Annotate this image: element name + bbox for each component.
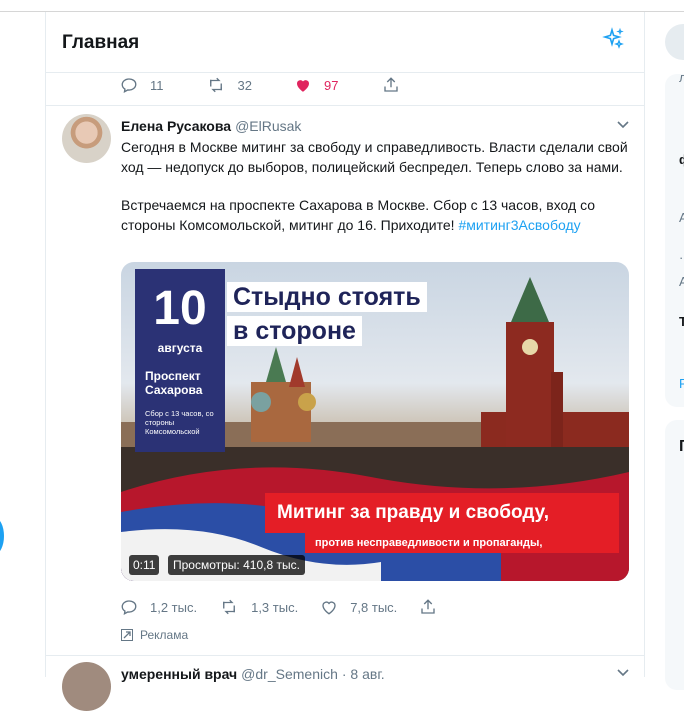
date-month: августа — [157, 341, 203, 355]
author-handle[interactable]: @ElRusak — [235, 118, 301, 134]
video-duration: 0:11 — [129, 555, 160, 575]
reply-icon — [121, 78, 137, 94]
retweet-icon — [209, 77, 222, 93]
share-icon — [421, 599, 435, 614]
place-label: Проспект Сахарова — [145, 369, 203, 397]
date-panel: 10 августа Проспект Сахарова Сбор с 13 ч… — [135, 269, 225, 452]
tweet-author[interactable]: Елена Русакова @ElRusak — [121, 118, 301, 134]
promoted-text: Реклама — [140, 628, 189, 642]
tweet-text: Сегодня в Москве митинг за свободу и спр… — [121, 138, 631, 235]
date-number: 10 — [153, 282, 207, 335]
trend-fragment[interactable]: А — [679, 210, 684, 225]
trends-panel — [665, 74, 684, 407]
author-name[interactable]: умеренный врач — [121, 666, 237, 682]
retweet-icon — [223, 599, 236, 615]
chevron-down-icon[interactable] — [616, 120, 630, 130]
promoted-label[interactable]: Реклама — [121, 628, 188, 642]
tweet-date[interactable]: · 8 авг. — [342, 666, 385, 682]
reply-count: 11 — [150, 77, 164, 93]
reply-button[interactable]: 11 — [120, 76, 164, 94]
timeline-header: Главная — [46, 12, 644, 73]
tweet-divider — [46, 655, 644, 656]
rally-banner-subline: против несправедливости и пропаганды, — [305, 533, 619, 553]
retweet-count: 32 — [237, 77, 252, 93]
tweet-actions: 1,2 тыс. 1,3 тыс. 7,8 тыс. — [120, 598, 481, 616]
who-to-follow-panel — [665, 420, 684, 690]
rally-banner: Митинг за правду и свободу, — [265, 493, 619, 533]
video-views: Просмотры: 410,8 тыс. — [168, 555, 305, 575]
tweet-paragraph: Встречаемся на проспекте Сахарова в Моск… — [121, 196, 631, 235]
prev-tweet-actions: 11 32 97 — [120, 76, 444, 94]
trend-fragment[interactable]: · — [679, 250, 683, 265]
share-button[interactable] — [419, 598, 449, 616]
avatar[interactable] — [62, 662, 111, 711]
like-count: 7,8 тыс. — [350, 599, 398, 615]
right-sidebar: л ф А · А Т F Г — [655, 12, 684, 690]
like-count: 97 — [323, 77, 339, 93]
gathering-note: Сбор с 13 часов, со стороны Комсомольско… — [145, 409, 214, 436]
heart-icon — [322, 601, 336, 615]
share-button[interactable] — [382, 76, 412, 94]
page-title: Главная — [62, 32, 140, 53]
promoted-arrow-icon — [121, 629, 133, 641]
share-icon — [384, 77, 399, 92]
reply-count: 1,2 тыс. — [150, 599, 198, 615]
trend-fragment[interactable]: л — [679, 70, 684, 85]
timeline-column: Главная 11 32 97 Елена Русакова @ElRusak … — [45, 12, 645, 711]
retweet-button[interactable]: 1,3 тыс. — [219, 598, 298, 616]
tweet-author[interactable]: умеренный врач @dr_Semenich · 8 авг. — [121, 666, 385, 682]
avatar[interactable] — [62, 114, 111, 163]
tweet-divider — [46, 105, 644, 106]
retweet-button[interactable]: 32 — [206, 76, 252, 94]
panel-title-fragment: Г — [679, 438, 684, 455]
reply-icon — [121, 600, 137, 616]
search-input[interactable] — [665, 24, 684, 60]
tweet-paragraph: Сегодня в Москве митинг за свободу и спр… — [121, 139, 628, 175]
hashtag-link[interactable]: #митинг3Асвободу — [458, 217, 580, 233]
top-tweets-sparkle-icon[interactable] — [601, 27, 625, 51]
retweet-count: 1,3 тыс. — [251, 599, 299, 615]
like-button[interactable]: 97 — [294, 76, 338, 94]
author-handle[interactable]: @dr_Semenich — [241, 666, 338, 682]
author-name[interactable]: Елена Русакова — [121, 118, 231, 134]
poster-headline: Стыдно стоять — [227, 282, 427, 312]
trend-fragment[interactable]: Т — [679, 314, 684, 329]
heart-filled-icon — [296, 80, 309, 92]
show-more-link[interactable]: F — [679, 376, 684, 391]
tweet-compose-button-edge[interactable] — [0, 518, 4, 554]
reply-button[interactable]: 1,2 тыс. — [120, 598, 197, 616]
tweet-video[interactable]: 10 августа Проспект Сахарова Сбор с 13 ч… — [121, 262, 629, 581]
trend-fragment[interactable]: ф — [679, 152, 684, 167]
like-button[interactable]: 7,8 тыс. — [320, 598, 397, 616]
trend-fragment[interactable]: А — [679, 274, 684, 289]
poster-headline-line2: в стороне — [227, 316, 362, 346]
